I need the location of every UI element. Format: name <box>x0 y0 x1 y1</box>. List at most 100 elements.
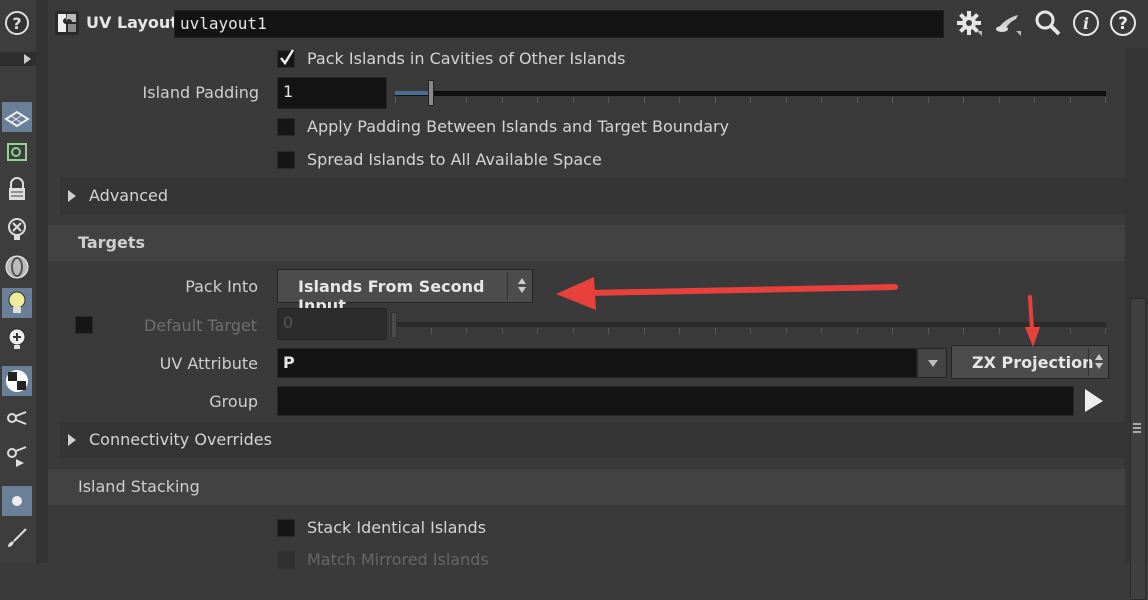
pack-cavities-checkbox[interactable] <box>277 49 295 68</box>
island-padding-label: Island Padding <box>142 83 259 102</box>
slider-tick <box>573 328 574 334</box>
chevron-down-icon <box>928 360 938 367</box>
slider-tick <box>573 97 574 103</box>
slider-tick <box>466 328 467 334</box>
uv-flatten-icon[interactable] <box>2 102 32 132</box>
vertical-scrollbar[interactable] <box>1125 48 1148 600</box>
slider-tick <box>821 97 822 103</box>
uv-edit-icon[interactable] <box>2 137 32 167</box>
match-mirrored-checkbox <box>277 551 295 569</box>
checker-icon[interactable] <box>2 366 32 396</box>
slider-tick <box>715 328 716 334</box>
slider-tick <box>1105 328 1106 334</box>
slider-tick <box>644 328 645 334</box>
projection-value: ZX Projection <box>972 353 1094 372</box>
advanced-folder-label: Advanced <box>89 186 169 205</box>
pack-into-menu[interactable]: Islands From Second Input <box>277 269 533 315</box>
projection-menu[interactable]: ZX Projection <box>951 345 1109 379</box>
bulb-plus-icon[interactable] <box>2 325 32 355</box>
connectivity-overrides-folder[interactable]: Connectivity Overrides <box>60 422 1125 458</box>
svg-text:?: ? <box>1118 14 1128 34</box>
connectivity-overrides-label: Connectivity Overrides <box>89 430 272 449</box>
node-type-icon <box>54 10 80 36</box>
apply-padding-label: Apply Padding Between Islands and Target… <box>307 117 730 136</box>
slider-tick <box>786 97 787 103</box>
brush-icon[interactable] <box>993 8 1023 38</box>
no-ghost-icon[interactable] <box>2 214 32 244</box>
help-icon[interactable]: ? <box>2 8 32 38</box>
slider-tick <box>892 328 893 334</box>
bulb-icon[interactable] <box>2 288 32 318</box>
dot-icon[interactable] <box>2 486 32 516</box>
stack-identical-checkbox[interactable] <box>277 519 295 537</box>
slider-tick <box>928 97 929 103</box>
advanced-folder[interactable]: Advanced <box>60 178 1125 214</box>
uv-attribute-label: UV Attribute <box>159 354 258 373</box>
slider-tick <box>963 97 964 103</box>
slider-tick <box>999 328 1000 334</box>
slider-tick <box>786 328 787 334</box>
targets-section-header: Targets <box>48 225 1125 261</box>
slider-tick <box>963 328 964 334</box>
pack-into-label: Pack Into <box>185 277 258 296</box>
parameter-panel: Pack Islands in Cavities of Other Island… <box>48 48 1125 569</box>
updown-arrows-icon <box>1095 354 1103 372</box>
default-target-slider <box>395 322 1106 327</box>
brush-icon[interactable] <box>2 523 32 553</box>
gear-icon[interactable] <box>954 8 984 38</box>
slider-tick <box>1105 97 1106 103</box>
slider-tick <box>537 328 538 334</box>
slider-tick <box>1070 97 1071 103</box>
match-mirrored-label: Match Mirrored Islands <box>307 550 489 569</box>
uv-attribute-dropdown[interactable] <box>917 348 947 378</box>
node-type-label: UV Layout <box>86 13 178 32</box>
default-target-label: Default Target <box>143 316 257 335</box>
slider-tick <box>715 97 716 103</box>
expand-triangle-icon[interactable] <box>68 190 76 202</box>
spread-islands-label: Spread Islands to All Available Space <box>307 150 602 169</box>
slider-tick <box>608 328 609 334</box>
group-field[interactable] <box>277 386 1074 416</box>
spread-islands-checkbox[interactable] <box>277 151 295 169</box>
node-name-field[interactable]: uvlayout1 <box>174 10 944 38</box>
island-padding-handle[interactable] <box>428 80 434 106</box>
apply-padding-checkbox[interactable] <box>277 118 295 136</box>
targets-section-title: Targets <box>78 233 146 252</box>
svg-text:?: ? <box>12 14 21 33</box>
slider-tick <box>1034 97 1035 103</box>
svg-text:i: i <box>1083 14 1089 33</box>
uv-attribute-field[interactable]: P <box>277 348 917 378</box>
view-icon[interactable] <box>2 403 32 433</box>
island-padding-ticks <box>395 97 1106 103</box>
parameter-header: UV Layout uvlayout1 i ? <box>48 0 1148 49</box>
slider-tick <box>431 328 432 334</box>
island-padding-field[interactable]: 1 <box>277 77 387 109</box>
lock-icon[interactable] <box>2 174 32 204</box>
slider-tick <box>679 97 680 103</box>
slider-tick <box>679 328 680 334</box>
slider-tick <box>502 97 503 103</box>
view-play-icon[interactable] <box>2 441 32 471</box>
grip-icon <box>1133 423 1141 435</box>
stack-identical-label: Stack Identical Islands <box>307 518 487 537</box>
updown-arrows-icon <box>518 278 526 296</box>
default-target-toggle[interactable] <box>75 316 93 334</box>
help-icon[interactable]: ? <box>1108 8 1138 38</box>
slider-tick <box>750 97 751 103</box>
select-arrow-icon[interactable] <box>1082 388 1106 414</box>
ghost-sphere-icon[interactable] <box>2 252 32 282</box>
slider-tick <box>892 97 893 103</box>
default-target-handle <box>391 312 397 338</box>
search-icon[interactable] <box>1033 8 1063 38</box>
slider-tick <box>644 97 645 103</box>
island-padding-slider-fill <box>395 91 428 95</box>
left-toolbar: ? <box>0 0 37 563</box>
scrollbar-thumb[interactable] <box>1130 298 1146 600</box>
expand-triangle-icon[interactable] <box>68 434 76 446</box>
slider-tick <box>857 328 858 334</box>
expand-arrow-icon[interactable] <box>24 54 31 64</box>
pack-cavities-label: Pack Islands in Cavities of Other Island… <box>307 49 626 68</box>
island-padding-slider[interactable] <box>395 91 1106 96</box>
info-icon[interactable]: i <box>1071 8 1101 38</box>
toolbar-gutter[interactable] <box>36 0 48 563</box>
